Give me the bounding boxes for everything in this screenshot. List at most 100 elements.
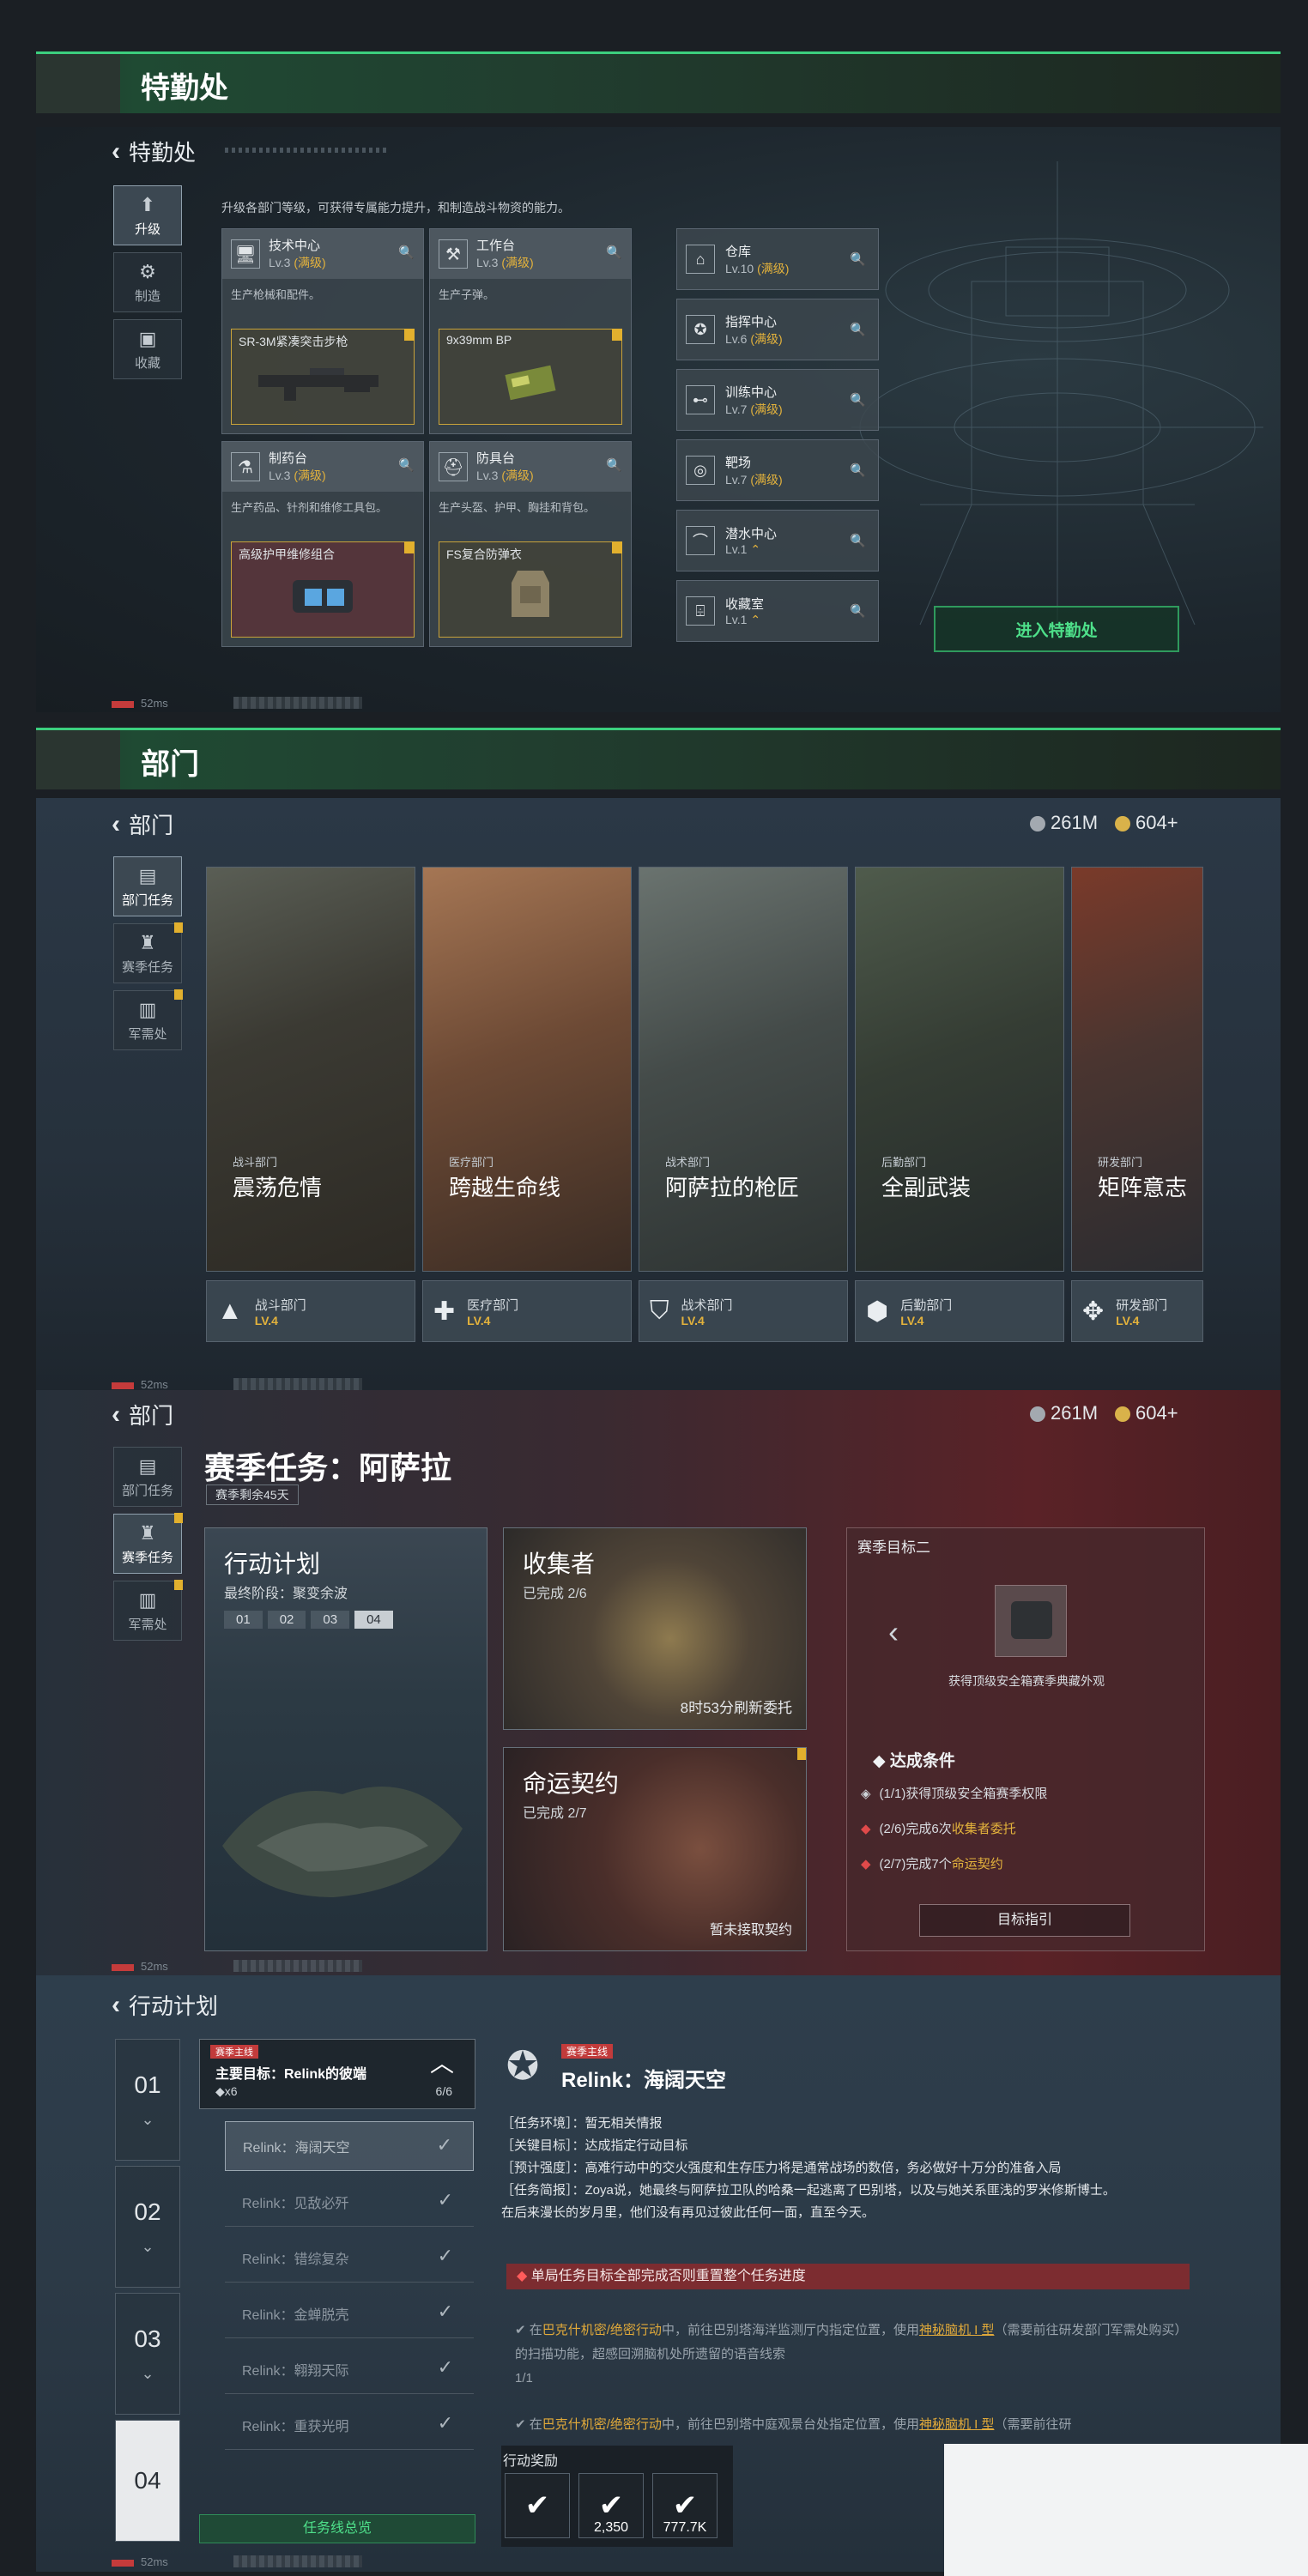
gold-coin-icon <box>1115 1406 1131 1423</box>
facility-level: Lv.1 <box>725 542 748 556</box>
facility-warehouse[interactable]: ⌂ 仓库 Lv.10 (满级) 🔍 <box>676 228 879 290</box>
facility-level: Lv.7 <box>725 472 748 487</box>
crafting-item[interactable]: 高级护甲维修组合 <box>231 541 415 638</box>
department-footer[interactable]: ✥ 研发部门 LV.4 <box>1071 1280 1203 1342</box>
season-icon: ♜ <box>139 1521 156 1544</box>
tab-supply[interactable]: ▥ 军需处 <box>113 1580 183 1641</box>
tab-season-tasks[interactable]: ♜ 赛季任务 <box>113 922 183 983</box>
stage-tab-01[interactable]: 01 ⌄ <box>115 2039 180 2161</box>
facility-training[interactable]: ⊷ 训练中心 Lv.7 (满级) 🔍 <box>676 369 879 431</box>
prev-arrow-icon[interactable]: ‹ <box>888 1614 899 1650</box>
facility-level: Lv.10 <box>725 261 754 275</box>
workshop-card-tech[interactable]: 🖥 技术中心 Lv.3 (满级) 🔍 生产枪械和配件。 SR-3M紧凑突击步枪 <box>221 228 424 434</box>
back-button[interactable]: ‹ 行动计划 <box>112 1989 218 2021</box>
department-footer[interactable]: ⬢ 后勤部门 LV.4 <box>855 1280 1064 1342</box>
season-icon: ♜ <box>139 931 156 953</box>
conditions-title: ◆ 达成条件 <box>873 1752 955 1770</box>
crafting-item[interactable]: 9x39mm BP <box>439 329 622 425</box>
tab-supply[interactable]: ▥ 军需处 <box>113 989 183 1050</box>
subtask-item[interactable]: Relink：重获光明 ✓ <box>225 2400 474 2450</box>
back-button[interactable]: ‹ 特勤处 <box>112 136 196 167</box>
tab-upgrade[interactable]: ⬆ 升级 <box>113 185 182 245</box>
subtask-item[interactable]: Relink：金蝉脱壳 ✓ <box>225 2289 474 2338</box>
facility-name: 训练中心 <box>725 384 778 400</box>
facility-range[interactable]: ◎ 靶场 Lv.7 (满级) 🔍 <box>676 439 879 501</box>
plan-title: 行动计划 <box>224 1551 321 1577</box>
workshop-max: (满级) <box>294 255 326 269</box>
tab-collection[interactable]: ▣ 收藏 <box>113 319 182 379</box>
stage-tab-03[interactable]: 03 ⌄ <box>115 2293 180 2415</box>
reward-item[interactable]: ✔ 2,350 <box>578 2473 644 2538</box>
department-footer[interactable]: ▲ 战斗部门 LV.4 <box>206 1280 415 1342</box>
workshop-name: 制药台 <box>269 450 308 466</box>
department-footer[interactable]: ✚ 医疗部门 LV.4 <box>422 1280 632 1342</box>
search-icon[interactable]: 🔍 <box>850 392 866 408</box>
task-overview-button[interactable]: 任务线总览 <box>199 2514 475 2543</box>
medal-check-icon: ✓ <box>437 2189 453 2210</box>
contract-card[interactable]: 命运契约 已完成 2/7 暂未接取契约 <box>503 1747 807 1951</box>
search-icon[interactable]: 🔍 <box>850 463 866 478</box>
reward-item[interactable]: ✔ 777.7K <box>652 2473 718 2538</box>
search-icon[interactable]: 🔍 <box>850 533 866 548</box>
command-icon: ✪ <box>686 315 715 344</box>
research-icon: ✥ <box>1082 1297 1105 1326</box>
subtask-item[interactable]: Relink：见敌必歼 ✓ <box>225 2177 474 2227</box>
main-goal-progress: 6/6 <box>435 2084 452 2098</box>
crafting-item[interactable]: SR-3M紧凑突击步枪 <box>231 329 415 425</box>
back-button[interactable]: ‹ 部门 <box>112 808 173 840</box>
action-plan-card[interactable]: 行动计划 最终阶段：聚变余波 01 02 03 04 <box>204 1527 487 1951</box>
subtask-item[interactable]: Relink：翱翔天际 ✓ <box>225 2344 474 2394</box>
search-icon[interactable]: 🔍 <box>606 245 622 260</box>
back-button[interactable]: ‹ 部门 <box>112 1399 173 1430</box>
workshop-card-armor[interactable]: ⛑ 防具台 Lv.3 (满级) 🔍 生产头盔、护甲、胸挂和背包。 FS复合防弹衣 <box>429 441 632 647</box>
vault-icon: ⌹ <box>686 596 715 626</box>
monitor-icon: 🖥 <box>231 239 260 269</box>
search-icon[interactable]: 🔍 <box>850 251 866 267</box>
reward-thumbnail[interactable] <box>995 1585 1067 1657</box>
currency-display: 261M 604+ <box>1030 1402 1178 1424</box>
facility-dive[interactable]: ⌒ 潜水中心 Lv.1 ⌃ 🔍 <box>676 510 879 571</box>
subtask-item[interactable]: Relink：海阔天空 ✓ <box>225 2121 474 2171</box>
stage-tab-04[interactable]: 04 <box>115 2420 180 2542</box>
workshop-card-bench[interactable]: ⚒ 工作台 Lv.3 (满级) 🔍 生产子弹。 9x39mm BP <box>429 228 632 434</box>
department-card[interactable]: 后勤部门 全副武装 <box>855 867 1064 1272</box>
reward-item[interactable]: ✔ <box>505 2473 570 2538</box>
search-icon[interactable]: 🔍 <box>850 603 866 619</box>
item-name: 9x39mm BP <box>446 333 512 347</box>
tab-craft[interactable]: ⚙ 制造 <box>113 252 182 312</box>
department-level: LV.4 <box>900 1313 924 1327</box>
search-icon[interactable]: 🔍 <box>398 457 415 473</box>
tab-department-tasks[interactable]: ▤ 部门任务 <box>113 1447 182 1507</box>
workshop-card-pharmacy[interactable]: ⚗ 制药台 Lv.3 (满级) 🔍 生产药品、针剂和维修工具包。 高级护甲维修组合 <box>221 441 424 647</box>
department-name: 后勤部门 <box>900 1297 953 1313</box>
search-icon[interactable]: 🔍 <box>398 245 415 260</box>
chevron-up-icon[interactable]: ︿ <box>430 2045 454 2079</box>
department-card[interactable]: 战斗部门 震荡危情 <box>206 867 415 1272</box>
facility-command[interactable]: ✪ 指挥中心 Lv.6 (满级) 🔍 <box>676 299 879 360</box>
stage-tab-02[interactable]: 02 ⌄ <box>115 2166 180 2288</box>
page-title: 特勤处 <box>129 140 197 166</box>
search-icon[interactable]: 🔍 <box>850 322 866 337</box>
enter-special-ops-button[interactable]: 进入特勤处 <box>934 606 1179 652</box>
crafting-item[interactable]: FS复合防弹衣 <box>439 541 622 638</box>
facility-name: 收藏室 <box>725 597 765 612</box>
check-icon: ◈ <box>861 1786 871 1801</box>
step-badge: 02 <box>267 1611 306 1629</box>
tab-season-tasks[interactable]: ♜ 赛季任务 <box>113 1513 183 1574</box>
detail-body: ［任务环境］：暂无相关情报 ［关键目标］：达成指定行动目标 ［预计强度］：高难行… <box>501 2113 1196 2224</box>
subtask-item[interactable]: Relink：错综复杂 ✓ <box>225 2233 474 2283</box>
facility-vault[interactable]: ⌹ 收藏室 Lv.1 ⌃ 🔍 <box>676 580 879 642</box>
main-goal-header[interactable]: 赛季主线 主要目标：Relink的彼端 ◆x6 ︿ 6/6 <box>199 2039 475 2109</box>
department-card[interactable]: 医疗部门 跨越生命线 <box>422 867 632 1272</box>
tab-department-tasks[interactable]: ▤ 部门任务 <box>113 856 182 916</box>
goal-guide-button[interactable]: 目标指引 <box>919 1904 1130 1937</box>
check-icon: ✔ <box>598 2489 624 2522</box>
task-intensity: ［预计强度］：高难行动中的交火强度和生存压力将是通常战场的数倍，务必做好十万分的… <box>501 2161 1062 2175</box>
search-icon[interactable]: 🔍 <box>606 457 622 473</box>
condition-item: ◆ (2/7)完成7个命运契约 <box>861 1856 1003 1872</box>
collector-card[interactable]: 收集者 已完成 2/6 8时53分刷新委托 <box>503 1527 807 1730</box>
department-card[interactable]: 研发部门 矩阵意志 <box>1071 867 1203 1272</box>
department-footer[interactable]: ⛉ 战术部门 LV.4 <box>639 1280 848 1342</box>
subtask-label: Relink：见敌必歼 <box>242 2196 349 2211</box>
department-card[interactable]: 战术部门 阿萨拉的枪匠 <box>639 867 848 1272</box>
